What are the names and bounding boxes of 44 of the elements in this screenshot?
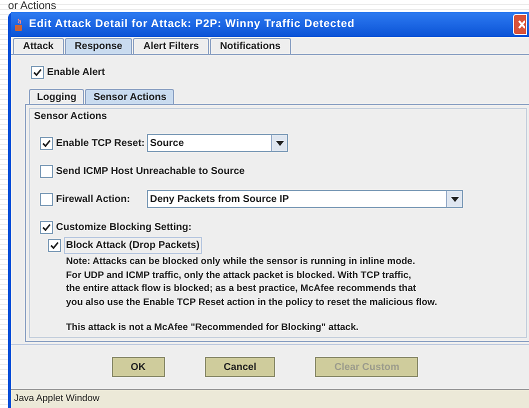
group-title: Sensor Actions — [34, 110, 108, 124]
note-text: Note: Attacks can be blocked only while the sensor is running in inline mode. — [66, 255, 416, 268]
checkbox[interactable] — [40, 192, 53, 206]
tab[interactable]: Logging — [29, 89, 84, 104]
caret-icon — [450, 196, 458, 202]
caret-icon — [276, 140, 284, 146]
checkbox[interactable] — [48, 239, 61, 252]
dropdown-button[interactable] — [446, 191, 462, 207]
checkbox-label: Send ICMP Host Unreachable to Source — [56, 164, 245, 178]
dropdown-value: Source — [149, 136, 185, 150]
dialog-button[interactable]: Cancel — [204, 357, 276, 377]
page-heading: or Actions — [8, 0, 56, 12]
checkbox[interactable] — [40, 164, 53, 178]
close-icon — [518, 20, 525, 29]
note-text: For UDP and ICMP traffic, only the attack packet is blocked. With TCP traffic, — [66, 268, 412, 282]
tab[interactable]: Response — [64, 38, 132, 54]
checkmark-icon — [42, 138, 51, 148]
window-title: Edit Attack Detail for Attack: P2P: Winny Traffic Detected — [29, 17, 355, 32]
checkbox-label: Block Attack (Drop Packets) — [64, 237, 202, 254]
tab[interactable]: Notifications — [210, 38, 291, 54]
dropdown-field[interactable]: Source — [147, 134, 288, 152]
coffee-cup-icon — [13, 18, 25, 32]
checkmark-icon — [33, 68, 42, 76]
status-text: Java Applet Window — [14, 392, 100, 406]
dropdown-value: Deny Packets from Source IP — [149, 192, 290, 206]
tab[interactable]: Alert Filters — [133, 38, 209, 54]
note-text: you also use the Enable TCP Reset action in the policy to reset the malicious flow. — [66, 296, 438, 309]
checkbox-label: Enable TCP Reset: — [56, 136, 145, 150]
dialog-button[interactable]: OK — [112, 357, 165, 377]
checkbox-label: Enable Alert — [47, 66, 105, 80]
dropdown-field[interactable]: Deny Packets from Source IP — [147, 190, 463, 208]
recommendation-text: This attack is not a McAfee "Recommended for Blocking" attack. — [66, 321, 360, 335]
checkbox[interactable] — [40, 220, 53, 234]
tab[interactable]: Sensor Actions — [85, 89, 174, 104]
checkbox-label: Customize Blocking Setting: — [56, 220, 192, 234]
tab[interactable]: Attack — [13, 38, 64, 54]
close-button[interactable] — [513, 14, 527, 35]
checkbox[interactable] — [40, 136, 53, 150]
checkmark-icon — [50, 241, 59, 250]
note-text: the entire attack flow is blocked; as a best practice, McAfee recommends that — [66, 282, 418, 296]
dropdown-button[interactable] — [271, 135, 287, 151]
checkmark-icon — [42, 222, 51, 232]
checkbox[interactable] — [31, 66, 44, 78]
checkbox-label: Firewall Action: — [56, 192, 130, 206]
